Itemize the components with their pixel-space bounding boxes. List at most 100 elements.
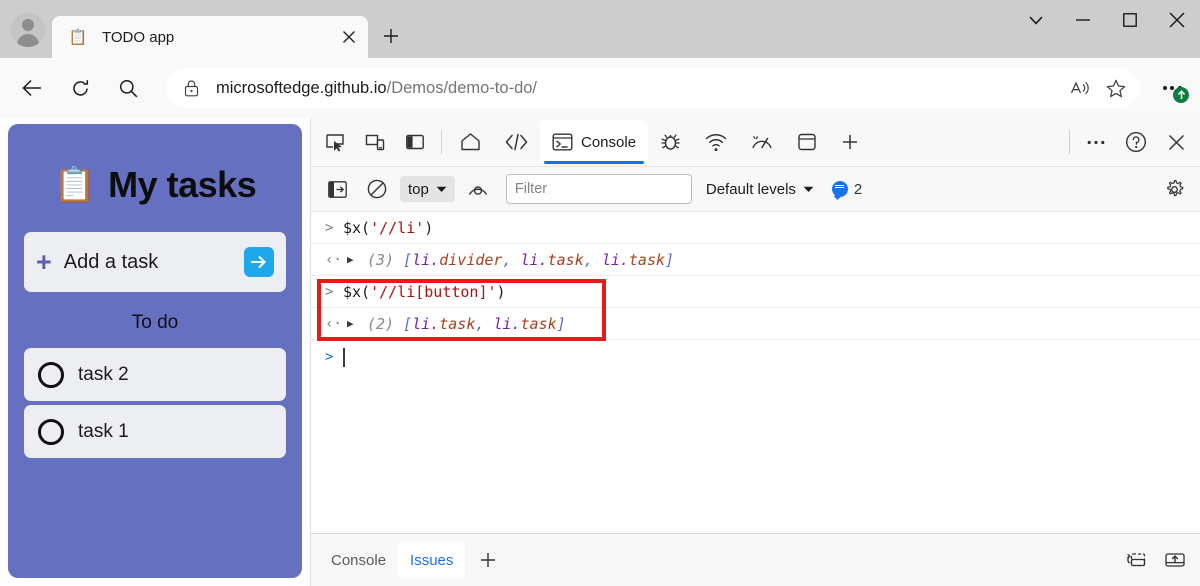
dock-side-icon[interactable]: [398, 125, 432, 159]
minimize-button[interactable]: [1059, 0, 1106, 40]
read-aloud-icon[interactable]: [1062, 70, 1098, 106]
drawer-tab-console[interactable]: Console: [319, 542, 398, 578]
console-input-line[interactable]: > $x('//li[button]'): [311, 276, 1200, 308]
divider: [441, 130, 442, 154]
tab-elements[interactable]: [493, 120, 540, 164]
lock-icon: [180, 79, 202, 97]
console-context-value: top: [408, 180, 429, 198]
browser-settings-menu-button[interactable]: [1152, 69, 1192, 107]
tab-console-label: Console: [581, 133, 637, 151]
browser-tab-todo-app[interactable]: 📋 TODO app: [52, 16, 368, 58]
input-chevron-icon: >: [325, 219, 334, 236]
disclosure-triangle-icon[interactable]: ▶: [343, 317, 367, 330]
task-checkbox-icon[interactable]: [38, 418, 64, 445]
tab-search-button[interactable]: [1012, 0, 1059, 40]
console-filter-input[interactable]: Filter: [505, 174, 692, 204]
tab-close-icon[interactable]: [334, 22, 364, 52]
new-tab-button[interactable]: [372, 17, 410, 55]
list-item[interactable]: task 2: [24, 348, 286, 401]
devtools-help-icon[interactable]: [1119, 125, 1153, 159]
input-chevron-icon: >: [325, 283, 334, 300]
clipboard-favicon-icon: 📋: [68, 28, 88, 46]
plus-icon: +: [36, 246, 52, 277]
console-result: (2) [li.task, li.task]: [367, 314, 566, 333]
todo-section-heading: To do: [131, 312, 179, 333]
text-cursor: [343, 347, 345, 367]
move-to-top-icon[interactable]: [1158, 543, 1192, 577]
console-result: (3) [li.divider, li.task, li.task]: [367, 250, 675, 269]
devtools-panel: Console top Filter Default levels 2 > $x…: [310, 118, 1200, 586]
console-output-line[interactable]: ‹· ▶ (2) [li.task, li.task]: [311, 308, 1200, 340]
url-domain: microsoftedge.github.io: [216, 78, 387, 97]
console-icon: [552, 133, 573, 151]
divider: [1069, 130, 1070, 154]
output-chevron-icon: ‹·: [325, 251, 342, 268]
tab-welcome[interactable]: [448, 120, 493, 164]
task-checkbox-icon[interactable]: [38, 361, 64, 388]
task-label: task 1: [78, 420, 129, 442]
console-expression: $x('//li[button]'): [343, 282, 506, 301]
console-expression: $x('//li'): [343, 218, 434, 237]
output-chevron-icon: ‹·: [325, 315, 342, 332]
tab-console[interactable]: Console: [540, 120, 649, 164]
application-icon: [798, 133, 816, 151]
todo-app-header: 📋 My tasks: [24, 164, 286, 206]
console-sidebar-toggle-icon[interactable]: [320, 172, 354, 206]
tab-strip: 📋 TODO app: [0, 0, 1200, 58]
plus-icon: [843, 135, 858, 149]
back-button[interactable]: [13, 69, 51, 107]
devtools-tab-bar: Console: [311, 118, 1200, 167]
restore-drawer-icon[interactable]: [1118, 543, 1152, 577]
home-icon: [461, 133, 480, 151]
todo-app-panel: 📋 My tasks + Add a task To do task 2 tas…: [8, 124, 302, 578]
console-context-selector[interactable]: top: [400, 176, 455, 202]
tab-network[interactable]: [693, 120, 739, 164]
bug-icon: [661, 134, 680, 150]
close-window-button[interactable]: [1153, 0, 1200, 40]
address-bar: microsoftedge.github.io/Demos/demo-to-do…: [0, 58, 1200, 118]
devtools-close-icon[interactable]: [1159, 125, 1193, 159]
console-message-count: 2: [853, 180, 863, 198]
add-task-submit-button[interactable]: [244, 247, 274, 277]
message-bubble-icon: [831, 181, 848, 197]
console-message-count-badge[interactable]: 2: [831, 180, 863, 198]
console-output-line[interactable]: ‹· ▶ (3) [li.divider, li.task, li.task]: [311, 244, 1200, 276]
tab-more-tools[interactable]: [829, 120, 871, 164]
inspect-element-icon[interactable]: [318, 125, 352, 159]
chevron-down-icon: [436, 186, 447, 192]
omnibox-url: microsoftedge.github.io/Demos/demo-to-do…: [216, 79, 1062, 98]
update-available-badge: [1173, 87, 1189, 103]
chevron-down-icon: [803, 186, 814, 192]
refresh-button[interactable]: [61, 69, 99, 107]
maximize-button[interactable]: [1106, 0, 1153, 40]
add-task-row[interactable]: + Add a task: [24, 232, 286, 292]
browser-content: 📋 My tasks + Add a task To do task 2 tas…: [0, 118, 1200, 586]
tab-performance[interactable]: [739, 120, 785, 164]
todo-task-list: task 2 task 1: [24, 348, 286, 458]
disclosure-triangle-icon[interactable]: ▶: [343, 253, 367, 266]
list-item[interactable]: task 1: [24, 405, 286, 458]
console-input-line[interactable]: > $x('//li'): [311, 212, 1200, 244]
console-levels-selector[interactable]: Default levels: [700, 181, 820, 198]
tab-application[interactable]: [785, 120, 829, 164]
avatar: [11, 13, 45, 47]
prompt-chevron-icon: >: [325, 349, 334, 365]
device-emulation-icon[interactable]: [358, 125, 392, 159]
console-output-area[interactable]: > $x('//li') ‹· ▶ (3) [li.divider, li.ta…: [311, 212, 1200, 533]
console-settings-gear-icon[interactable]: [1157, 172, 1191, 206]
profile-button[interactable]: [8, 10, 48, 50]
console-levels-value: Default levels: [705, 180, 796, 198]
drawer-add-tool-icon[interactable]: [471, 543, 505, 577]
live-expression-eye-icon[interactable]: [461, 172, 495, 206]
browser-window: 📋 TODO app microsoftedge.github.io/Demos…: [0, 0, 1200, 586]
clear-console-icon[interactable]: [360, 172, 394, 206]
add-task-input[interactable]: Add a task: [64, 251, 244, 274]
omnibox[interactable]: microsoftedge.github.io/Demos/demo-to-do…: [166, 68, 1140, 108]
favorites-star-icon[interactable]: [1098, 70, 1134, 106]
search-button[interactable]: [109, 69, 147, 107]
devtools-more-options-icon[interactable]: [1079, 125, 1113, 159]
tab-sources[interactable]: [648, 120, 693, 164]
drawer-tab-issues[interactable]: Issues: [398, 542, 466, 578]
console-prompt[interactable]: >: [311, 340, 1200, 374]
gauge-icon: [752, 135, 772, 148]
